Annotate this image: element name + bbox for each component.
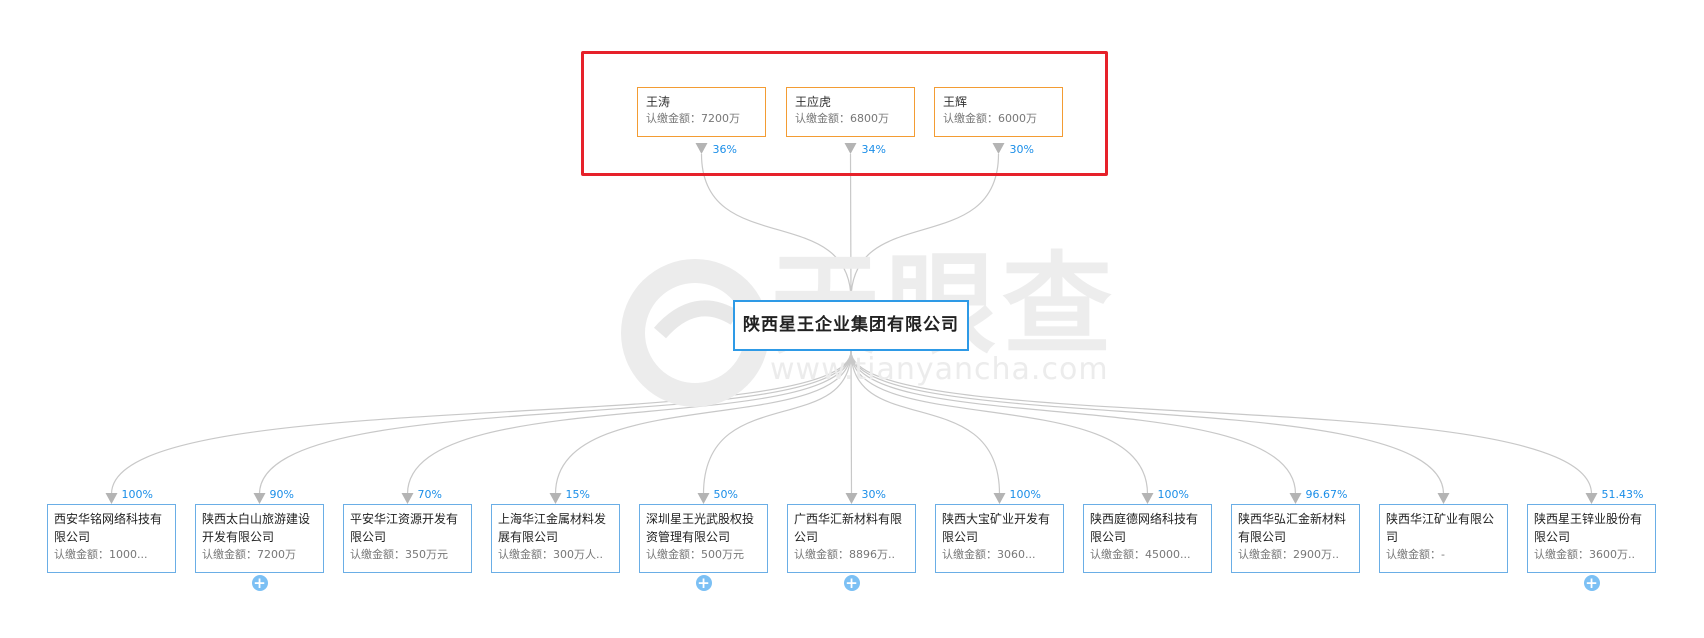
- investment-percent: 100%: [121, 488, 153, 501]
- investment-percent: 51.43%: [1601, 488, 1644, 501]
- arrow-down-icon: [993, 493, 1006, 504]
- investment-name: 陕西华江矿业有限公司: [1386, 512, 1495, 544]
- investment-name: 陕西大宝矿业开发有限公司: [942, 512, 1051, 544]
- expand-plus-icon[interactable]: +: [843, 575, 860, 591]
- investment-amount: 认缴金额：350万元: [350, 548, 448, 561]
- investment-name: 深圳星王光武股权投资管理有限公司: [646, 512, 755, 544]
- investment-percent: 70%: [417, 488, 442, 501]
- investment-node[interactable]: 上海华江金属材料发展有限公司认缴金额：300万人..: [491, 504, 620, 573]
- shareholder-name: 王辉: [943, 95, 968, 109]
- shareholder-percent: 30%: [1009, 143, 1034, 156]
- arrow-down-icon: [401, 493, 414, 504]
- arrow-down-icon: [845, 493, 858, 504]
- investment-node[interactable]: 陕西太白山旅游建设开发有限公司认缴金额：7200万: [195, 504, 324, 573]
- investment-amount: 认缴金额：1000...: [54, 548, 148, 561]
- arrow-down-icon: [105, 493, 118, 504]
- arrow-down-icon: [549, 493, 562, 504]
- arrow-down-icon: [1585, 493, 1598, 504]
- investment-name: 上海华江金属材料发展有限公司: [498, 512, 607, 544]
- arrow-down-icon: [1437, 493, 1450, 504]
- expand-plus-icon[interactable]: +: [695, 575, 712, 591]
- shareholder-node[interactable]: 王应虎认缴金额：6800万: [786, 87, 915, 137]
- investment-amount: 认缴金额：3060...: [942, 548, 1036, 561]
- investment-name: 平安华江资源开发有限公司: [350, 512, 459, 544]
- investment-percent: 15%: [565, 488, 590, 501]
- arrow-down-icon: [1289, 493, 1302, 504]
- investment-node[interactable]: 平安华江资源开发有限公司认缴金额：350万元: [343, 504, 472, 573]
- investment-node[interactable]: 陕西大宝矿业开发有限公司认缴金额：3060...: [935, 504, 1064, 573]
- investment-name: 陕西星王锌业股份有限公司: [1534, 512, 1643, 544]
- investment-name: 陕西庭德网络科技有限公司: [1090, 512, 1199, 544]
- investment-name: 广西华汇新材料有限公司: [794, 512, 903, 544]
- arrow-down-icon: [697, 493, 710, 504]
- investment-percent: 100%: [1009, 488, 1041, 501]
- shareholder-percent: 34%: [861, 143, 886, 156]
- investment-amount: 认缴金额：3600万..: [1534, 548, 1635, 561]
- investment-node[interactable]: 陕西庭德网络科技有限公司认缴金额：45000...: [1083, 504, 1212, 573]
- investment-percent: 100%: [1157, 488, 1189, 501]
- investment-name: 陕西太白山旅游建设开发有限公司: [202, 512, 311, 544]
- shareholder-amount: 认缴金额：7200万: [646, 112, 740, 125]
- shareholder-amount: 认缴金额：6800万: [795, 112, 889, 125]
- investment-node[interactable]: 陕西华弘汇金新材料有限公司认缴金额：2900万..: [1231, 504, 1360, 573]
- investment-amount: 认缴金额：7200万: [202, 548, 296, 561]
- investment-node[interactable]: 西安华铭网络科技有限公司认缴金额：1000...: [47, 504, 176, 573]
- investment-percent: 90%: [269, 488, 294, 501]
- expand-plus-icon[interactable]: +: [1583, 575, 1600, 591]
- arrow-down-icon: [1141, 493, 1154, 504]
- investment-name: 陕西华弘汇金新材料有限公司: [1238, 512, 1347, 544]
- company-node[interactable]: 陕西星王企业集团有限公司: [733, 300, 969, 351]
- investment-node[interactable]: 陕西星王锌业股份有限公司认缴金额：3600万..: [1527, 504, 1656, 573]
- investment-percent: 96.67%: [1305, 488, 1348, 501]
- shareholder-amount: 认缴金额：6000万: [943, 112, 1037, 125]
- shareholder-node[interactable]: 王辉认缴金额：6000万: [934, 87, 1063, 137]
- watermark-url: www.tianyancha.com: [770, 352, 1109, 387]
- shareholder-percent: 36%: [712, 143, 737, 156]
- investment-name: 西安华铭网络科技有限公司: [54, 512, 163, 544]
- shareholder-name: 王涛: [646, 95, 671, 109]
- investment-amount: 认缴金额：500万元: [646, 548, 744, 561]
- arrow-down-icon: [253, 493, 266, 504]
- investment-amount: 认缴金额：300万人..: [498, 548, 603, 561]
- shareholder-name: 王应虎: [795, 95, 832, 109]
- investment-amount: 认缴金额：45000...: [1090, 548, 1191, 561]
- investment-amount: 认缴金额：8896万..: [794, 548, 895, 561]
- investment-amount: 认缴金额：2900万..: [1238, 548, 1339, 561]
- shareholder-node[interactable]: 王涛认缴金额：7200万: [637, 87, 766, 137]
- investment-percent: 30%: [861, 488, 886, 501]
- investment-node[interactable]: 深圳星王光武股权投资管理有限公司认缴金额：500万元: [639, 504, 768, 573]
- investment-node[interactable]: 广西华汇新材料有限公司认缴金额：8896万..: [787, 504, 916, 573]
- investment-node[interactable]: 陕西华江矿业有限公司认缴金额：-: [1379, 504, 1508, 573]
- expand-plus-icon[interactable]: +: [251, 575, 268, 591]
- investment-amount: 认缴金额：-: [1386, 548, 1445, 561]
- investment-percent: 50%: [713, 488, 738, 501]
